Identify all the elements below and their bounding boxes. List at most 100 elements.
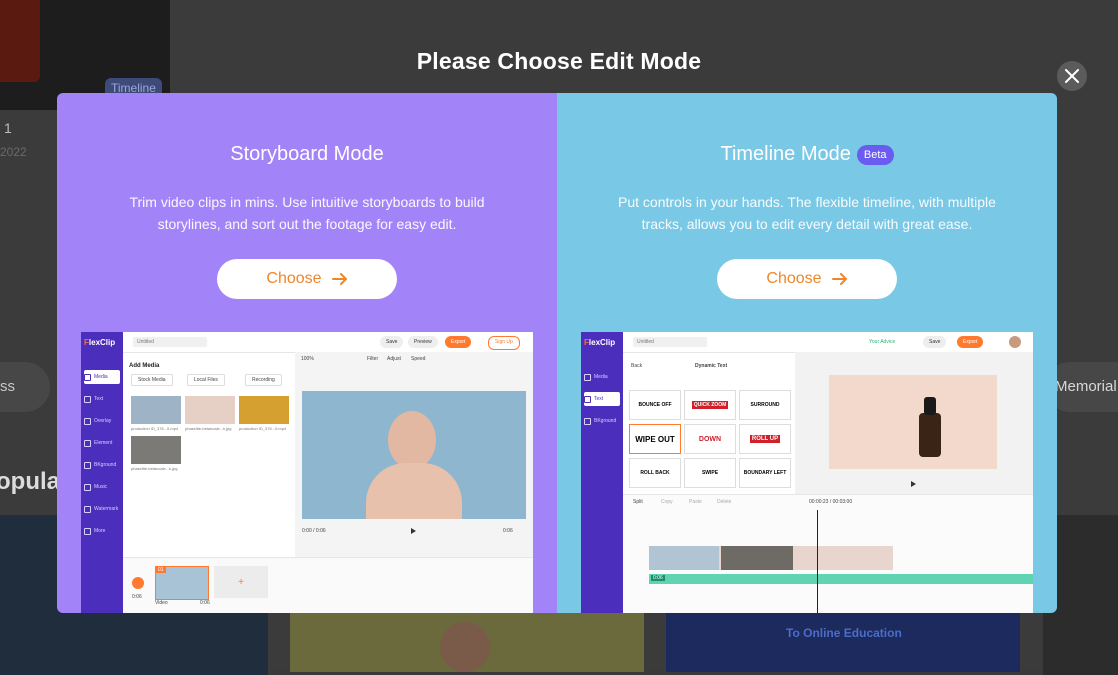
preview-avatar bbox=[1009, 336, 1021, 348]
preview-project-name: Untitled bbox=[133, 337, 207, 347]
thumbnail-caption: To Online Education bbox=[786, 626, 902, 640]
preview-nav-watermark: Watermark bbox=[84, 502, 120, 516]
background-thumbnail: To Online Education bbox=[666, 612, 1020, 672]
preview-topbar: Untitled Your Advice Save Export bbox=[623, 332, 1033, 353]
preview-video-frame bbox=[829, 375, 997, 469]
timeline-choose-button[interactable]: Choose bbox=[717, 259, 897, 299]
arrow-right-icon bbox=[831, 273, 847, 285]
background-pill-label: Memorial bbox=[1055, 378, 1117, 395]
preview-text-tile: ROLL BACK bbox=[629, 458, 681, 488]
preview-nav-text: Text bbox=[84, 392, 120, 406]
preview-nav-overlay: Overlay bbox=[84, 414, 120, 428]
preview-nav-bkground: BKground bbox=[84, 458, 120, 472]
modal-title: Please Choose Edit Mode bbox=[416, 48, 702, 74]
preview-scene-label: Video bbox=[155, 600, 168, 606]
preview-logo: FlexClip bbox=[84, 338, 116, 347]
preview-local-files-button: Local Files bbox=[187, 374, 225, 386]
preview-logo: FlexClip bbox=[584, 338, 616, 347]
background-pill-label: ss bbox=[0, 378, 15, 395]
preview-nav-media: Media bbox=[584, 370, 620, 384]
preview-playhead bbox=[817, 510, 818, 613]
preview-text-tile: DOWN bbox=[684, 424, 736, 454]
preview-audio-track bbox=[649, 574, 1033, 584]
preview-add-media-title: Add Media bbox=[129, 363, 160, 369]
preview-export-button: Export bbox=[957, 336, 984, 348]
preview-recording-button: Recording bbox=[245, 374, 282, 386]
preview-play-button bbox=[132, 577, 144, 589]
preview-save-button: Save bbox=[380, 336, 404, 348]
storyboard-preview-image: FlexClip Media Text Overlay Element BKgr… bbox=[81, 332, 533, 613]
preview-time-left: 0:00 / 0:06 bbox=[302, 528, 326, 534]
preview-text-tile: SWIPE bbox=[684, 458, 736, 488]
preview-scene-index: 01 bbox=[156, 567, 166, 573]
close-button[interactable] bbox=[1057, 61, 1087, 91]
preview-video-track bbox=[649, 546, 893, 570]
preview-save-button: Save bbox=[923, 336, 947, 348]
preview-time-right: 0:06 bbox=[503, 528, 513, 534]
preview-sidebar: FlexClip Media Text BKground bbox=[581, 332, 623, 613]
preview-video-frame bbox=[302, 391, 526, 519]
preview-speed-tool: Speed bbox=[411, 356, 426, 362]
preview-play-icon bbox=[411, 528, 416, 534]
preview-media-caption: phaselite-betancale...k.jpg bbox=[131, 466, 178, 471]
preview-text-tile: BOUNCE OFF bbox=[629, 390, 681, 420]
preview-filter-tool: Filter bbox=[367, 356, 379, 362]
thumbnail-face bbox=[440, 622, 490, 672]
preview-delete-tool: Delete bbox=[717, 499, 732, 505]
beta-badge: Beta bbox=[856, 144, 894, 165]
preview-sidebar: FlexClip Media Text Overlay Element BKgr… bbox=[81, 332, 123, 613]
timeline-mode-heading: Timeline Mode Beta bbox=[557, 143, 1057, 166]
background-card-number: 1 bbox=[4, 120, 12, 136]
preview-media-thumb bbox=[239, 396, 289, 424]
timeline-mode-panel: Timeline Mode Beta Put controls in your … bbox=[557, 93, 1057, 613]
preview-advice-link: Your Advice bbox=[869, 339, 896, 345]
preview-back-link: Back bbox=[631, 363, 643, 369]
background-thumbnail bbox=[290, 612, 644, 672]
preview-media-thumb bbox=[185, 396, 235, 424]
preview-paste-tool: Paste bbox=[689, 499, 702, 505]
preview-signup-button: Sign Up bbox=[488, 336, 520, 350]
storyboard-mode-title: Storyboard Mode bbox=[230, 143, 384, 165]
preview-stock-media-button: Stock Media bbox=[131, 374, 173, 386]
storyboard-mode-panel: Storyboard Mode Trim video clips in mins… bbox=[57, 93, 557, 613]
preview-adjust-tool: Adjust bbox=[387, 356, 401, 362]
timeline-mode-title: Timeline Mode bbox=[720, 143, 851, 165]
preview-timecode: 00:00:23 / 00:03:00 bbox=[809, 499, 853, 505]
preview-nav-bkground: BKground bbox=[584, 414, 620, 428]
preview-media-thumb bbox=[131, 396, 181, 424]
preview-text-tile: SURROUND bbox=[739, 390, 791, 420]
preview-text-tile: ROLL UP bbox=[739, 424, 791, 454]
preview-nav-music: Music bbox=[84, 480, 120, 494]
close-icon bbox=[1065, 69, 1079, 83]
preview-strip-time: 0:06 bbox=[132, 594, 142, 600]
background-card-year: 2022 bbox=[0, 145, 27, 159]
preview-media-thumb bbox=[131, 436, 181, 464]
choose-label: Choose bbox=[766, 270, 822, 287]
preview-nav-text: Text bbox=[584, 392, 620, 406]
preview-nav-more: More bbox=[84, 524, 120, 538]
arrow-right-icon bbox=[331, 273, 347, 285]
timeline-preview-image: FlexClip Media Text BKground Untitled Yo… bbox=[581, 332, 1033, 613]
preview-copy-tool: Copy bbox=[661, 499, 673, 505]
preview-export-button: Export bbox=[445, 336, 472, 348]
preview-project-name: Untitled bbox=[633, 337, 707, 347]
preview-media-caption: production ID_376...0.mp4 bbox=[239, 426, 287, 431]
storyboard-mode-heading: Storyboard Mode bbox=[57, 143, 557, 166]
storyboard-mode-description: Trim video clips in mins. Use intuitive … bbox=[129, 194, 485, 232]
choose-label: Choose bbox=[266, 270, 322, 287]
preview-media-caption: production ID_376...0.mp4 bbox=[131, 426, 179, 431]
preview-nav-media: Media bbox=[84, 370, 120, 384]
preview-text-tile: QUICK ZOOM bbox=[684, 390, 736, 420]
storyboard-choose-button[interactable]: Choose bbox=[217, 259, 397, 299]
preview-nav-element: Element bbox=[84, 436, 120, 450]
preview-preview-button: Preview bbox=[408, 336, 438, 348]
background-category-pill: ss bbox=[0, 362, 50, 412]
preview-audio-label: 0:06 bbox=[651, 575, 665, 581]
preview-split-tool: Split bbox=[633, 499, 643, 505]
preview-text-tile: WIPE OUT bbox=[629, 424, 681, 454]
preview-play-icon bbox=[911, 481, 916, 487]
timeline-mode-description: Put controls in your hands. The flexible… bbox=[618, 194, 996, 232]
preview-panel-title: Dynamic Text bbox=[695, 363, 728, 369]
preview-scene-time: 0:06 bbox=[200, 600, 210, 606]
preview-zoom-level: 100% bbox=[301, 356, 314, 362]
